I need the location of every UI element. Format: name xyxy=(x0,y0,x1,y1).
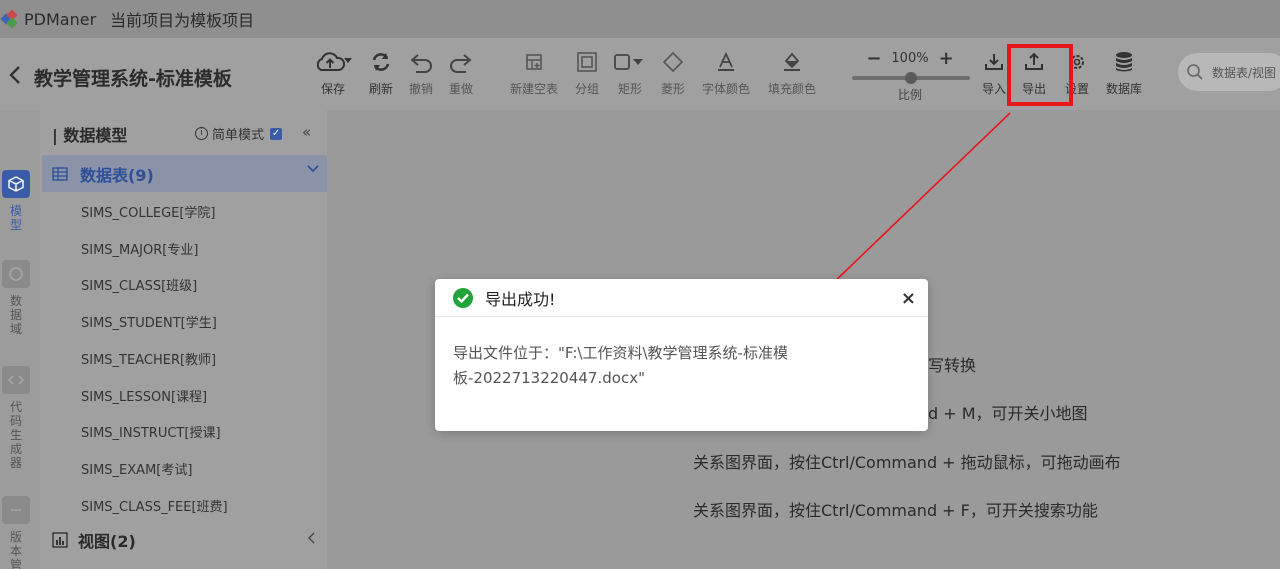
dialog-message: 导出文件位于："F:\工作资料\教学管理系统-标准模板-202271322044… xyxy=(453,344,788,387)
export-success-dialog: 导出成功! × 导出文件位于："F:\工作资料\教学管理系统-标准模板-2022… xyxy=(435,279,928,431)
dialog-title: 导出成功! xyxy=(485,289,556,309)
check-circle-icon xyxy=(453,287,473,308)
close-icon[interactable]: × xyxy=(901,288,916,309)
